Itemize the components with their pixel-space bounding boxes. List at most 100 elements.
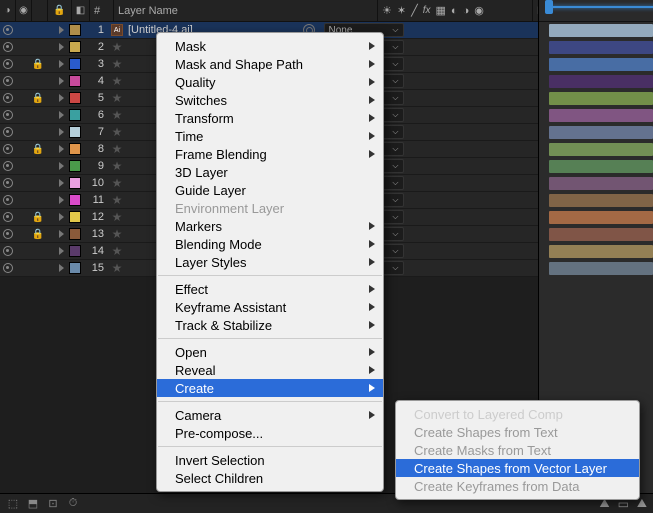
shy-toggle[interactable]: [46, 141, 56, 157]
label-color-swatch[interactable]: [66, 39, 84, 55]
favorite-icon[interactable]: ★: [108, 56, 126, 72]
label-color-swatch[interactable]: [66, 124, 84, 140]
shy-toggle[interactable]: [46, 260, 56, 276]
favorite-icon[interactable]: ★: [108, 73, 126, 89]
twirl-icon[interactable]: [56, 158, 66, 174]
shy-toggle[interactable]: [46, 56, 56, 72]
favorite-icon[interactable]: ★: [108, 124, 126, 140]
lock-toggle-icon[interactable]: 🔒: [30, 226, 46, 242]
shy-switch-icon[interactable]: ☀: [382, 4, 392, 17]
favorite-icon[interactable]: ★: [108, 141, 126, 157]
favorite-icon[interactable]: ★: [108, 260, 126, 276]
shy-toggle[interactable]: [46, 22, 56, 38]
menu-item-switches[interactable]: Switches: [157, 91, 383, 109]
solo-toggle[interactable]: [16, 158, 30, 174]
toggle-modes-icon[interactable]: ⬒: [26, 497, 40, 511]
timeline-layer-bar[interactable]: [539, 22, 653, 39]
menu-item-layer-styles[interactable]: Layer Styles: [157, 253, 383, 271]
menu-item-mask[interactable]: Mask: [157, 37, 383, 55]
label-color-swatch[interactable]: [66, 56, 84, 72]
playhead-icon[interactable]: [549, 6, 653, 8]
solo-toggle[interactable]: [16, 22, 30, 38]
shy-toggle[interactable]: [46, 209, 56, 225]
lock-toggle-icon[interactable]: [30, 158, 46, 174]
shy-toggle[interactable]: [46, 226, 56, 242]
index-header[interactable]: #: [90, 0, 114, 21]
solo-icon[interactable]: [32, 0, 48, 21]
lock-toggle-icon[interactable]: 🔒: [30, 141, 46, 157]
visibility-toggle-icon[interactable]: [0, 73, 16, 89]
twirl-icon[interactable]: [56, 260, 66, 276]
timeline-layer-bar[interactable]: [539, 124, 653, 141]
favorite-icon[interactable]: ★: [108, 226, 126, 242]
menu-item-select-children[interactable]: Select Children: [157, 469, 383, 487]
solo-toggle[interactable]: [16, 73, 30, 89]
lock-toggle-icon[interactable]: [30, 175, 46, 191]
collapse-transform-icon[interactable]: ✶: [397, 4, 406, 17]
menu-item-mask-and-shape-path[interactable]: Mask and Shape Path: [157, 55, 383, 73]
shy-toggle[interactable]: [46, 158, 56, 174]
timeline-layer-bar[interactable]: [539, 107, 653, 124]
label-color-swatch[interactable]: [66, 175, 84, 191]
create-submenu[interactable]: Convert to Layered Comp Create Shapes fro…: [395, 400, 640, 500]
label-color-swatch[interactable]: [66, 192, 84, 208]
visibility-toggle-icon[interactable]: [0, 260, 16, 276]
visibility-toggle-icon[interactable]: [0, 124, 16, 140]
menu-item-time[interactable]: Time: [157, 127, 383, 145]
frame-blend-icon[interactable]: ▦: [436, 4, 446, 17]
label-icon[interactable]: ◧: [72, 0, 90, 21]
twirl-icon[interactable]: [56, 175, 66, 191]
submenu-item-create-shapes-from-vector-layer[interactable]: Create Shapes from Vector Layer: [396, 459, 639, 477]
solo-toggle[interactable]: [16, 226, 30, 242]
shy-toggle[interactable]: [46, 39, 56, 55]
visibility-toggle-icon[interactable]: [0, 56, 16, 72]
favorite-icon[interactable]: Ai: [108, 22, 126, 38]
label-color-swatch[interactable]: [66, 158, 84, 174]
lock-toggle-icon[interactable]: [30, 260, 46, 276]
visibility-toggle-icon[interactable]: [0, 226, 16, 242]
visibility-toggle-icon[interactable]: [0, 107, 16, 123]
label-color-swatch[interactable]: [66, 107, 84, 123]
solo-toggle[interactable]: [16, 209, 30, 225]
favorite-icon[interactable]: ★: [108, 192, 126, 208]
shy-toggle[interactable]: [46, 175, 56, 191]
lock-toggle-icon[interactable]: [30, 22, 46, 38]
visibility-toggle-icon[interactable]: [0, 243, 16, 259]
layer-name-header[interactable]: Layer Name: [114, 0, 378, 21]
shy-icon[interactable]: ◑: [0, 0, 16, 21]
timeline-layer-bar[interactable]: [539, 73, 653, 90]
shy-toggle[interactable]: [46, 107, 56, 123]
visibility-toggle-icon[interactable]: [0, 39, 16, 55]
twirl-icon[interactable]: [56, 141, 66, 157]
solo-toggle[interactable]: [16, 192, 30, 208]
label-color-swatch[interactable]: [66, 243, 84, 259]
timeline-layer-bar[interactable]: [539, 226, 653, 243]
submenu-item-convert-to-layered-comp[interactable]: Convert to Layered Comp: [396, 405, 639, 423]
visibility-toggle-icon[interactable]: [0, 175, 16, 191]
menu-item-track-stabilize[interactable]: Track & Stabilize: [157, 316, 383, 334]
timeline-layer-bar[interactable]: [539, 141, 653, 158]
quality-icon[interactable]: ╱: [411, 4, 418, 17]
lock-toggle-icon[interactable]: [30, 192, 46, 208]
twirl-icon[interactable]: [56, 124, 66, 140]
favorite-icon[interactable]: ★: [108, 209, 126, 225]
lock-toggle-icon[interactable]: [30, 73, 46, 89]
menu-item-markers[interactable]: Markers: [157, 217, 383, 235]
visibility-toggle-icon[interactable]: [0, 90, 16, 106]
lock-toggle-icon[interactable]: 🔒: [30, 209, 46, 225]
lock-toggle-icon[interactable]: 🔒: [30, 56, 46, 72]
lock-toggle-icon[interactable]: [30, 243, 46, 259]
toggle-in-out-icon[interactable]: ⊡: [46, 497, 60, 511]
lock-toggle-icon[interactable]: [30, 107, 46, 123]
shy-toggle[interactable]: [46, 90, 56, 106]
adjustment-icon[interactable]: ◑: [463, 5, 470, 17]
motion-blur-icon[interactable]: ◐: [451, 5, 458, 17]
timeline-ruler[interactable]: [539, 0, 653, 22]
solo-toggle[interactable]: [16, 124, 30, 140]
timeline-layer-bar[interactable]: [539, 90, 653, 107]
visibility-toggle-icon[interactable]: [0, 22, 16, 38]
label-color-swatch[interactable]: [66, 90, 84, 106]
solo-toggle[interactable]: [16, 39, 30, 55]
fx-icon[interactable]: fx: [423, 5, 431, 16]
menu-item-frame-blending[interactable]: Frame Blending: [157, 145, 383, 163]
